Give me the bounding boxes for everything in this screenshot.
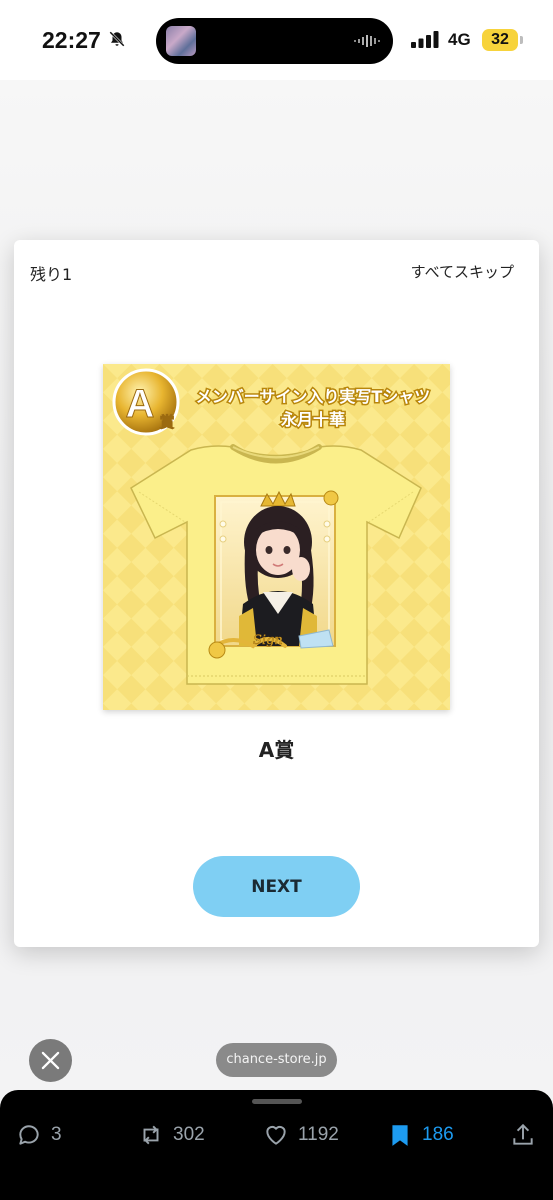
like-icon [266,1125,286,1145]
signature-mark: Sign [253,633,283,648]
domain-label[interactable]: chance-store.jp [216,1043,337,1077]
gacha-result-modal: 残り1 すべてスキップ A 賞 メンバーサイン入り実写Tシャツ 永月十華 Sig… [14,240,539,947]
share-icon [513,1123,533,1145]
next-button[interactable]: NEXT [193,856,360,917]
signal-icon [411,31,439,48]
repost-button[interactable]: 302 [138,1120,205,1150]
reply-count: 3 [51,1124,62,1145]
share-button[interactable] [510,1120,536,1150]
battery-level: 32 [482,29,518,51]
like-button[interactable]: 1192 [263,1120,339,1150]
bookmark-count: 186 [422,1124,454,1145]
close-icon [41,1051,60,1070]
prize-artwork: A 賞 メンバーサイン入り実写Tシャツ 永月十華 Sign [103,364,450,710]
reply-icon [19,1125,39,1145]
prize-title-line1: メンバーサイン入り実写Tシャツ [196,387,431,406]
battery-cap [520,36,523,44]
grade-badge: A 賞 [112,368,180,436]
prize-title-line2: 永月十華 [280,410,345,429]
like-count: 1192 [298,1124,339,1145]
network-type: 4G [448,30,471,49]
status-time: 22:27 [42,27,101,53]
prize-name: A賞 [258,738,295,762]
reply-button[interactable]: 3 [16,1120,62,1150]
remaining-count: 残り1 [30,265,73,284]
repost-count: 302 [173,1124,205,1145]
bookmark-icon [392,1125,408,1146]
member-photo-print: Sign [208,490,339,659]
dynamic-island[interactable] [156,18,393,64]
prize-image: A 賞 メンバーサイン入り実写Tシャツ 永月十華 Sign [103,364,450,710]
status-bar: 22:27 4G 32 [0,0,553,80]
waveform-icon [354,35,380,47]
skip-all-button[interactable]: すべてスキップ [411,261,514,282]
post-action-bar: 3 302 1192 186 [0,1090,553,1200]
sheet-grabber[interactable] [252,1099,302,1104]
grade-letter: A [126,382,155,426]
repost-icon [143,1125,159,1145]
grade-suffix: 賞 [159,413,174,431]
bookmark-button[interactable]: 186 [387,1120,454,1150]
bell-slash-icon [109,31,125,47]
close-button[interactable] [29,1039,72,1082]
now-playing-thumbnail [166,26,196,56]
